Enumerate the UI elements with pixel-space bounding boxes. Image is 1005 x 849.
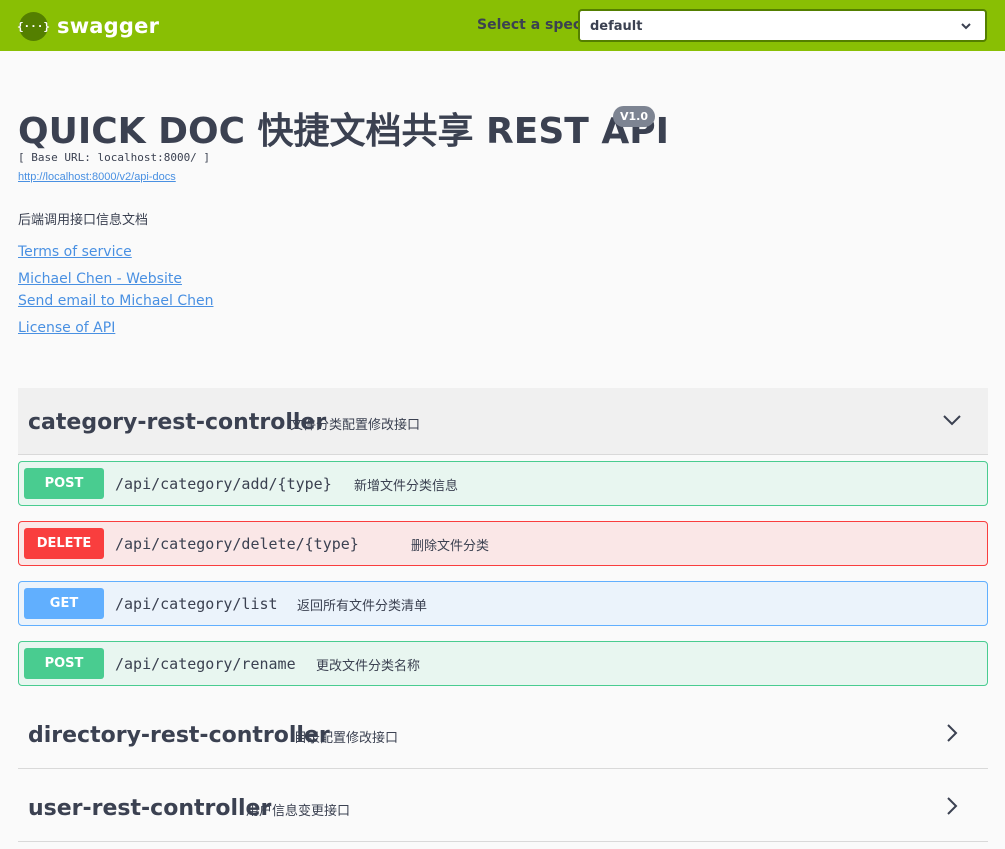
license-link[interactable]: License of API — [18, 320, 115, 336]
api-title: QUICK DOC 快捷文档共享 REST API — [18, 111, 670, 152]
chevron-right-icon — [947, 797, 958, 815]
operation-post-category-add[interactable]: POST /api/category/add/{type} 新增文件分类信息 — [18, 461, 988, 506]
spec-select-label: Select a spec — [477, 17, 582, 33]
tag-description: 文件分类配置修改接口 — [290, 418, 421, 433]
tag-category-rest-controller[interactable]: category-rest-controller 文件分类配置修改接口 — [18, 388, 988, 455]
contact-email-link[interactable]: Send email to Michael Chen — [18, 293, 213, 309]
top-bar: {···} swagger Select a spec default — [0, 0, 1005, 51]
tag-directory-rest-controller[interactable]: directory-rest-controller 目录配置修改接口 — [18, 702, 988, 769]
swagger-logo[interactable]: {···} swagger — [17, 11, 160, 41]
spec-select-value: default — [590, 19, 643, 34]
api-description: 后端调用接口信息文档 — [18, 213, 149, 228]
operation-path: /api/category/list — [115, 595, 278, 613]
operation-path: /api/category/add/{type} — [115, 475, 332, 493]
method-badge: GET — [24, 588, 104, 619]
tag-description: 目录配置修改接口 — [294, 731, 399, 746]
api-docs-link[interactable]: http://localhost:8000/v2/api-docs — [18, 171, 176, 183]
method-badge: POST — [24, 468, 104, 499]
operation-path: /api/category/rename — [115, 655, 296, 673]
tag-name: user-rest-controller — [28, 796, 272, 821]
base-url: [ Base URL: localhost:8000/ ] — [18, 151, 211, 164]
chevron-right-icon — [947, 724, 958, 742]
terms-of-service-link[interactable]: Terms of service — [18, 244, 132, 260]
method-badge: POST — [24, 648, 104, 679]
chevron-down-icon — [961, 23, 971, 30]
operation-get-category-list[interactable]: GET /api/category/list 返回所有文件分类清单 — [18, 581, 988, 626]
operation-path: /api/category/delete/{type} — [115, 535, 359, 553]
method-badge: DELETE — [24, 528, 104, 559]
version-badge: V1.0 — [613, 106, 655, 127]
operation-summary: 更改文件分类名称 — [316, 659, 421, 674]
tag-description: 用户信息变更接口 — [246, 804, 351, 819]
chevron-down-icon — [943, 415, 961, 426]
contact-website-link[interactable]: Michael Chen - Website — [18, 271, 182, 287]
operation-summary: 删除文件分类 — [411, 539, 490, 554]
spec-select[interactable]: default — [578, 9, 987, 42]
tag-name: category-rest-controller — [28, 410, 327, 435]
operation-delete-category[interactable]: DELETE /api/category/delete/{type} 删除文件分… — [18, 521, 988, 566]
operation-summary: 返回所有文件分类清单 — [297, 599, 428, 614]
tag-user-rest-controller[interactable]: user-rest-controller 用户信息变更接口 — [18, 775, 988, 842]
swagger-logo-icon: {···} — [17, 11, 50, 41]
swagger-logo-text: swagger — [57, 14, 160, 38]
tag-name: directory-rest-controller — [28, 723, 330, 748]
operation-post-category-rename[interactable]: POST /api/category/rename 更改文件分类名称 — [18, 641, 988, 686]
operation-summary: 新增文件分类信息 — [354, 479, 459, 494]
